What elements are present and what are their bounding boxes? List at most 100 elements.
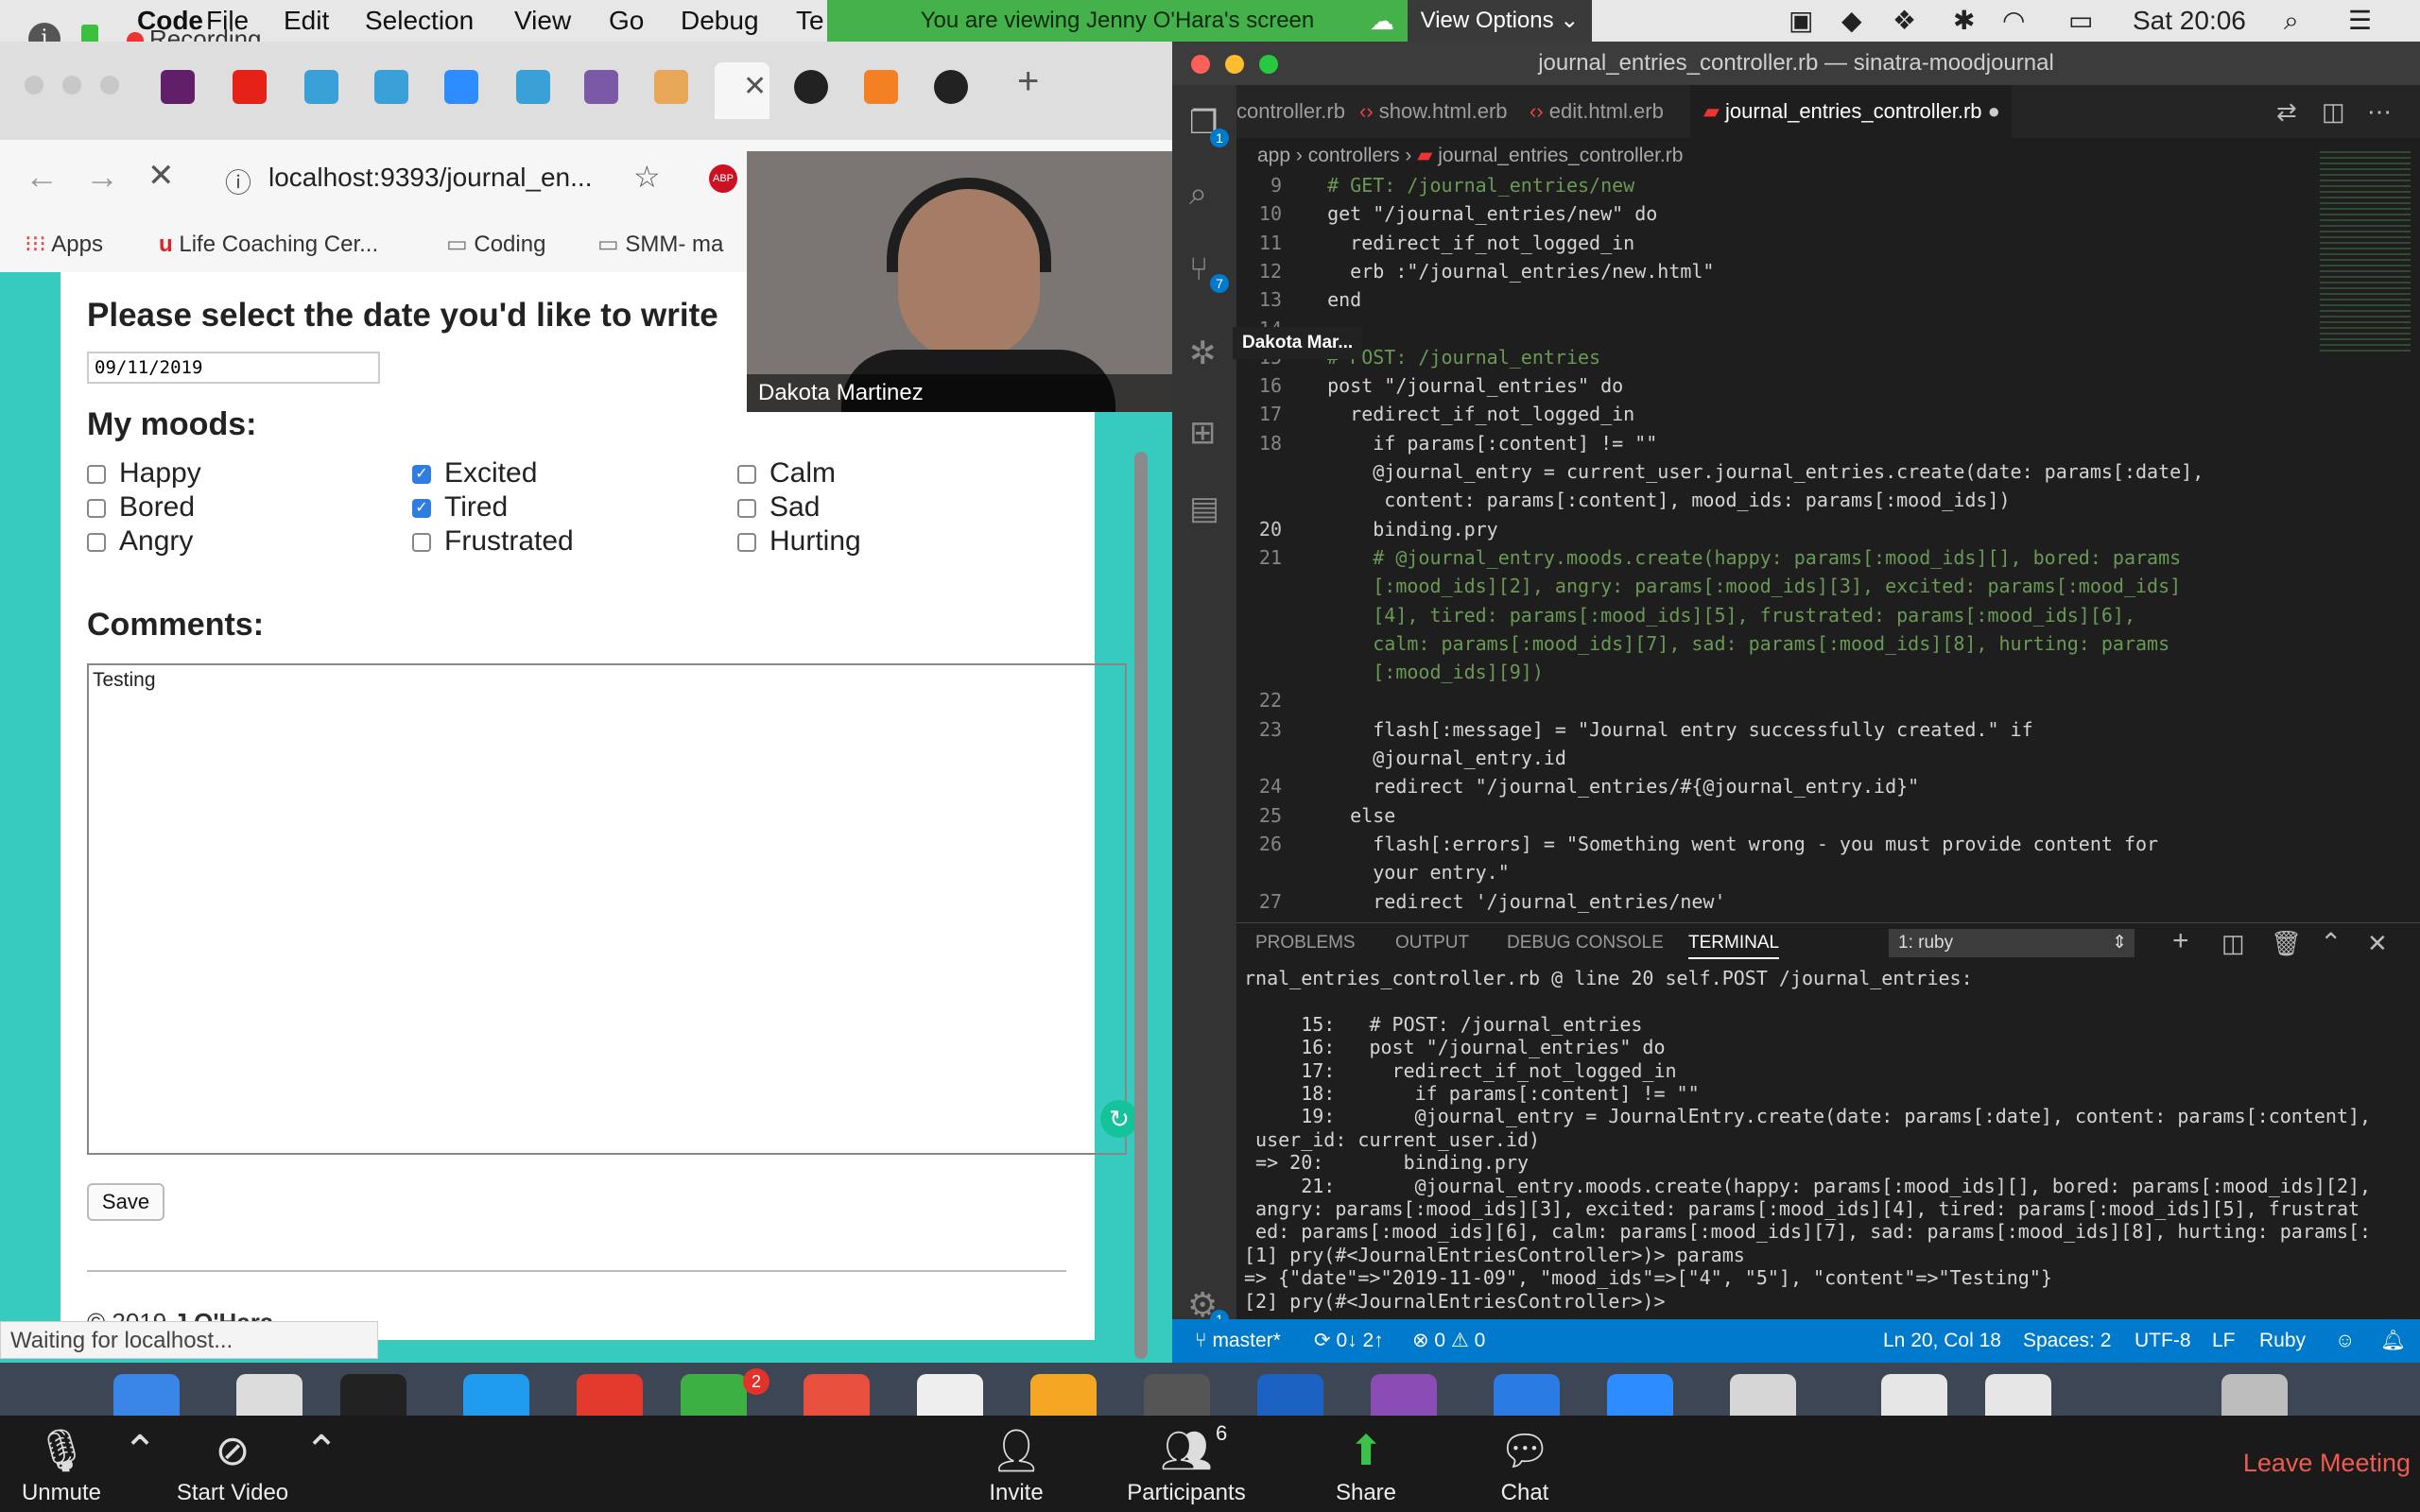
git-branch[interactable]: ⑂ master* (1195, 1319, 1281, 1363)
mood-checkbox[interactable]: ✓ (412, 499, 431, 518)
problems-count[interactable]: ⊗ 0 ⚠ 0 (1412, 1319, 1485, 1363)
audio-options-caret[interactable]: ⌃ (121, 1416, 159, 1512)
breadcrumb-app[interactable]: app (1257, 145, 1290, 166)
leave-meeting-button[interactable]: Leave Meeting (2231, 1444, 2411, 1482)
github-tab-icon[interactable] (794, 70, 828, 104)
tab-journal-entries-controller[interactable]: ▰ journal_entries_controller.rb ● (1690, 85, 2012, 138)
close-window-dot[interactable] (25, 76, 43, 94)
git-sync[interactable]: ⟳ 0↓ 2↑ (1314, 1319, 1384, 1363)
zoom-window-dot[interactable] (1259, 55, 1278, 74)
bolt-tab-icon-2[interactable] (374, 70, 408, 104)
debug-icon[interactable]: ✲ (1189, 335, 1217, 372)
share-screen-button[interactable]: ⬆ Share (1323, 1416, 1409, 1512)
github-tab-icon-2[interactable] (934, 70, 968, 104)
mood-checkbox[interactable]: ✓ (412, 465, 431, 484)
new-tab-icon[interactable]: + (1017, 60, 1039, 103)
participants-button[interactable]: 👥︎ Participants 6 (1115, 1416, 1257, 1512)
mood-checkbox[interactable] (87, 499, 106, 518)
close-panel-icon[interactable]: ✕ (2367, 929, 2388, 958)
mood-checkbox[interactable] (87, 533, 106, 552)
address-bar[interactable]: ⓘ localhost:9393/journal_en... ☆ (210, 151, 673, 206)
grammarly-icon[interactable]: ↻ (1100, 1100, 1138, 1138)
source-control-icon[interactable]: ⑂ (1189, 251, 1208, 288)
invite-button[interactable]: 👤︎ Invite (974, 1416, 1059, 1512)
document-dock-icon-2[interactable] (1985, 1374, 2051, 1416)
terminal-dock-icon[interactable] (340, 1374, 406, 1416)
chat-button[interactable]: 💬︎ Chat (1482, 1416, 1567, 1512)
life-coaching-bookmark[interactable]: u Life Coaching Cer... (159, 217, 378, 272)
save-button[interactable]: Save (87, 1183, 164, 1221)
zoom-dock-icon[interactable] (1607, 1374, 1673, 1416)
spotlight-icon[interactable]: ⌕ (2284, 0, 2299, 42)
indentation[interactable]: Spaces: 2 (2023, 1319, 2111, 1363)
mood-checkbox[interactable] (737, 465, 756, 484)
search-icon[interactable]: ⌕ (1189, 176, 1207, 213)
trash-icon[interactable]: 🗑 (2271, 929, 2302, 958)
more-actions-icon[interactable]: ⋯ (2367, 85, 2392, 138)
vscode-dock-icon[interactable] (1494, 1374, 1560, 1416)
close-tab-icon[interactable]: ✕ (743, 70, 767, 103)
zoom-status-icon[interactable]: ▣ (1789, 0, 1813, 42)
youtube-tab-icon[interactable] (233, 70, 267, 104)
trash-dock-icon[interactable] (2221, 1374, 2288, 1416)
notification-center-icon[interactable]: ☰ (2348, 0, 2372, 42)
stop-loading-icon[interactable]: ✕ (147, 157, 175, 195)
preview-dock-icon[interactable] (1730, 1374, 1796, 1416)
bluetooth-icon[interactable]: ✱ (1953, 0, 1975, 42)
coding-bookmark[interactable]: ▭ Coding (446, 217, 545, 272)
dropbox-icon[interactable]: ❖ (1893, 0, 1916, 42)
terminal-select[interactable]: 1: ruby ⇕ (1889, 929, 2135, 957)
open-changes-icon[interactable]: ⇄ (2276, 85, 2297, 138)
line-ending[interactable]: LF (2212, 1319, 2236, 1363)
comments-textarea[interactable]: Testing ↻ (87, 663, 1138, 1155)
panel-tab-debug-console[interactable]: DEBUG CONSOLE (1507, 933, 1664, 954)
stackoverflow-tab-icon[interactable] (864, 70, 898, 104)
calendar-dock-icon[interactable] (804, 1374, 870, 1416)
breadcrumb-controllers[interactable]: controllers (1308, 145, 1400, 166)
system-prefs-dock-icon[interactable] (1144, 1374, 1210, 1416)
zoom-window-dot[interactable] (100, 76, 119, 94)
app-store-dock-icon[interactable] (1257, 1374, 1323, 1416)
maximize-panel-icon[interactable]: ⌃ (2320, 927, 2342, 958)
menu-terminal[interactable]: Te (796, 0, 824, 42)
tab-controller[interactable]: controller.rb (1236, 85, 1345, 138)
date-input[interactable] (87, 352, 380, 384)
info-circle-icon[interactable]: ⓘ (225, 163, 251, 200)
wifi-icon[interactable]: ◠ (2002, 0, 2025, 42)
code-editor[interactable]: app › controllers › ▰ journal_entries_co… (1233, 138, 2420, 922)
chrome-dock-icon[interactable] (577, 1374, 643, 1416)
menu-edit[interactable]: Edit (284, 0, 329, 42)
cursor-position[interactable]: Ln 20, Col 18 (1883, 1319, 2001, 1363)
split-editor-icon[interactable]: ◫ (2322, 85, 2345, 138)
adblock-icon[interactable]: ABP (709, 164, 737, 193)
notifications-bell-icon[interactable]: 🔔︎ (2380, 1319, 2406, 1363)
page-scrollbar[interactable] (1134, 452, 1148, 1359)
minimap[interactable] (2320, 147, 2411, 355)
panel-tab-problems[interactable]: PROBLEMS (1255, 933, 1356, 954)
minimize-window-dot[interactable] (62, 76, 81, 94)
language-mode[interactable]: Ruby (2259, 1319, 2306, 1363)
bolt-tab-icon-3[interactable] (516, 70, 550, 104)
slack-tab-icon[interactable] (161, 70, 195, 104)
view-options-button[interactable]: View Options ⌄ (1408, 0, 1592, 42)
star-icon[interactable]: ☆ (633, 159, 661, 195)
menu-view[interactable]: View (514, 0, 571, 42)
menu-go[interactable]: Go (609, 0, 644, 42)
zoom-tab-icon[interactable] (444, 70, 478, 104)
smm-bookmark[interactable]: ▭ SMM- ma (597, 217, 723, 272)
finder-dock-icon[interactable] (113, 1374, 180, 1416)
forward-arrow-icon[interactable]: → (85, 157, 119, 197)
menu-debug[interactable]: Debug (681, 0, 759, 42)
unmute-button[interactable]: 🎙︎ Unmute (9, 1416, 113, 1512)
video-options-caret[interactable]: ⌃ (302, 1416, 340, 1512)
panel-tab-output[interactable]: OUTPUT (1395, 933, 1469, 954)
back-arrow-icon[interactable]: ← (25, 157, 59, 197)
heroku-tab-icon[interactable] (584, 70, 618, 104)
evernote-icon[interactable]: ◆ (1841, 0, 1862, 42)
mood-checkbox[interactable] (87, 465, 106, 484)
terminal-output[interactable]: rnal_entries_controller.rb @ line 20 sel… (1244, 967, 2416, 1316)
tab-show-html[interactable]: ‹› show.html.erb (1359, 85, 1508, 138)
mood-checkbox[interactable] (412, 533, 431, 552)
notes-dock-icon[interactable] (1030, 1374, 1097, 1416)
document-dock-icon[interactable] (1881, 1374, 1947, 1416)
